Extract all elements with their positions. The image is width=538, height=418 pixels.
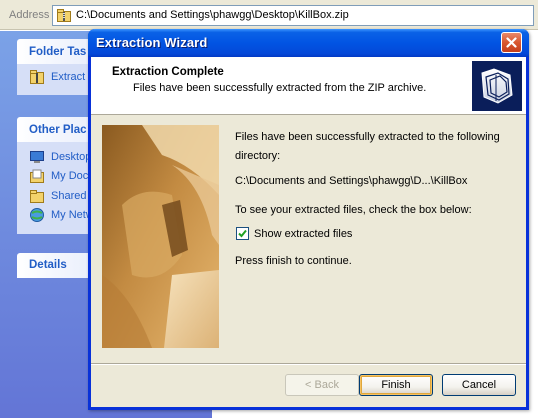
show-extracted-files-option[interactable]: Show extracted files xyxy=(236,227,352,240)
wizard-artwork-image xyxy=(102,125,219,348)
task-extract-label: Extract xyxy=(51,70,86,83)
zip-folder-icon xyxy=(57,9,71,22)
wizard-header-subtitle: Files have been successfully extracted f… xyxy=(133,82,427,94)
extraction-directory: C:\Documents and Settings\phawgg\D...\Ki… xyxy=(235,175,468,187)
wizard-title: Extraction Wizard xyxy=(96,35,208,50)
finish-button[interactable]: Finish xyxy=(359,374,433,396)
checkmark-icon xyxy=(238,229,247,238)
place-shared-label: Shared xyxy=(51,189,87,202)
zip-folders-logo-icon xyxy=(472,61,522,111)
wizard-header-panel: Extraction Complete Files have been succ… xyxy=(91,57,526,115)
back-button[interactable]: < Back xyxy=(285,374,359,396)
address-path[interactable]: C:\Documents and Settings\phawgg\Desktop… xyxy=(76,9,349,21)
close-button[interactable] xyxy=(501,32,522,53)
cancel-button[interactable]: Cancel xyxy=(442,374,516,396)
place-my-documents-label: My Doc xyxy=(51,170,89,183)
finish-prompt: Press finish to continue. xyxy=(235,255,352,267)
extract-zip-icon xyxy=(30,69,44,84)
shared-folder-icon xyxy=(30,189,44,203)
success-message-line1: Files have been successfully extracted t… xyxy=(235,131,500,143)
extraction-wizard-dialog: Extraction Wizard Extraction Complete Fi… xyxy=(88,29,529,410)
button-divider xyxy=(91,363,526,365)
address-label: Address xyxy=(9,9,50,21)
wizard-header-title: Extraction Complete xyxy=(112,66,224,78)
checkbox-prompt: To see your extracted files, check the b… xyxy=(235,204,472,216)
my-network-icon xyxy=(30,208,44,223)
close-icon xyxy=(506,37,517,48)
show-extracted-files-label[interactable]: Show extracted files xyxy=(254,228,352,240)
wizard-titlebar[interactable]: Extraction Wizard xyxy=(88,29,529,57)
desktop-icon xyxy=(30,150,44,163)
place-desktop-label: Desktop xyxy=(51,150,92,163)
my-documents-icon xyxy=(30,169,44,184)
address-field[interactable]: C:\Documents and Settings\phawgg\Desktop… xyxy=(52,5,534,26)
address-bar: Address C:\Documents and Settings\phawgg… xyxy=(0,0,538,30)
show-extracted-files-checkbox[interactable] xyxy=(236,227,249,240)
success-message-line2: directory: xyxy=(235,150,281,162)
